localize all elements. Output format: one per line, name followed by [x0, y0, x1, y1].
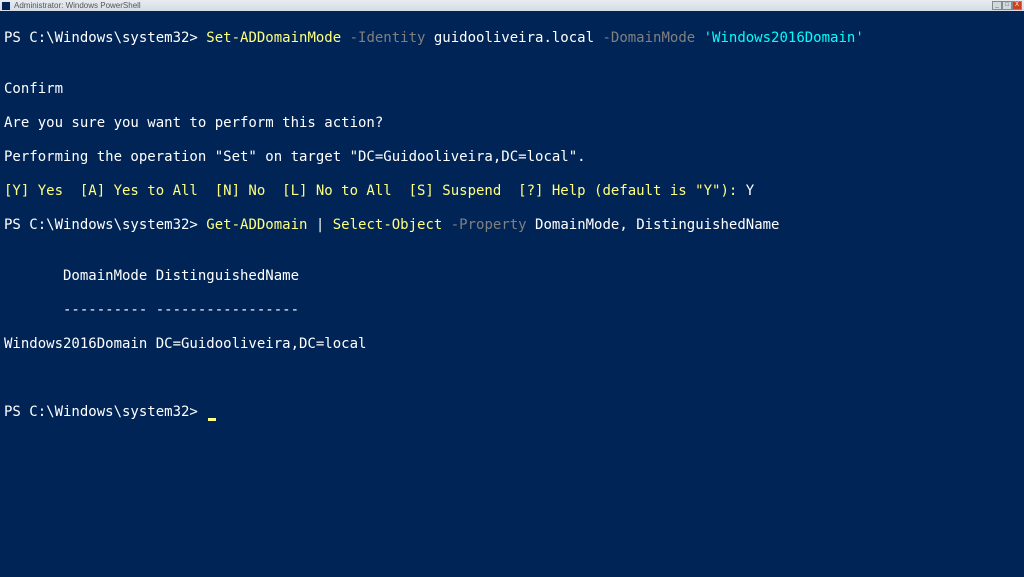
- current-prompt-line[interactable]: PS C:\Windows\system32>: [4, 404, 1020, 421]
- close-button[interactable]: X: [1012, 1, 1022, 10]
- confirm-header: Confirm: [4, 81, 1020, 98]
- cmd-line-1: PS C:\Windows\system32> Set-ADDomainMode…: [4, 30, 1020, 47]
- confirm-options: [Y] Yes [A] Yes to All [N] No [L] No to …: [4, 183, 737, 199]
- titlebar-left: Administrator: Windows PowerShell: [2, 1, 141, 10]
- prompt: PS C:\Windows\system32>: [4, 30, 206, 46]
- cmd-line-2: PS C:\Windows\system32> Get-ADDomain | S…: [4, 217, 1020, 234]
- table-header: DomainMode DistinguishedName: [4, 268, 1020, 285]
- powershell-icon: [2, 2, 10, 10]
- confirm-operation: Performing the operation "Set" on target…: [4, 149, 1020, 166]
- terminal-area[interactable]: PS C:\Windows\system32> Set-ADDomainMode…: [0, 11, 1024, 440]
- titlebar: Administrator: Windows PowerShell _ □ X: [0, 0, 1024, 11]
- confirm-options-line: [Y] Yes [A] Yes to All [N] No [L] No to …: [4, 183, 1020, 200]
- string-literal: 'Windows2016Domain': [704, 30, 864, 46]
- param-name: -Property: [442, 217, 535, 233]
- table-divider: ---------- -----------------: [4, 302, 1020, 319]
- confirm-answer: Y: [737, 183, 754, 199]
- window-title: Administrator: Windows PowerShell: [14, 1, 141, 10]
- maximize-button[interactable]: □: [1002, 1, 1012, 10]
- cmdlet: Select-Object: [333, 217, 443, 233]
- cmdlet: Get-ADDomain: [206, 217, 307, 233]
- cursor: [208, 418, 216, 421]
- param-value: DomainMode, DistinguishedName: [535, 217, 779, 233]
- prompt: PS C:\Windows\system32>: [4, 217, 206, 233]
- minimize-button[interactable]: _: [992, 1, 1002, 10]
- pipe-operator: |: [307, 217, 332, 233]
- table-row: Windows2016Domain DC=Guidooliveira,DC=lo…: [4, 336, 1020, 353]
- param-name: -Identity: [341, 30, 434, 46]
- param-value: guidooliveira.local: [434, 30, 594, 46]
- param-name: -DomainMode: [594, 30, 704, 46]
- cmdlet: Set-ADDomainMode: [206, 30, 341, 46]
- window-controls: _ □ X: [992, 1, 1022, 10]
- confirm-question: Are you sure you want to perform this ac…: [4, 115, 1020, 132]
- prompt: PS C:\Windows\system32>: [4, 404, 206, 420]
